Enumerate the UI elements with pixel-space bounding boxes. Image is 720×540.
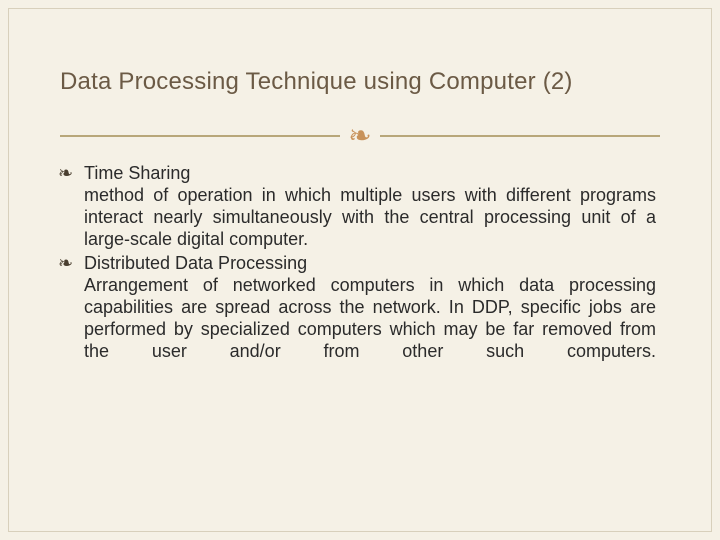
slide-title: Data Processing Technique using Computer… [60,68,660,96]
title-divider: ❧ [60,124,660,148]
bullet-flourish-icon: ❧ [58,252,73,274]
bullet-body: method of operation in which multiple us… [84,184,656,250]
divider-line-left [60,135,340,137]
flourish-icon: ❧ [340,122,379,150]
list-item: ❧ Time Sharing method of operation in wh… [84,162,656,250]
bullet-heading: Distributed Data Processing [84,252,656,274]
slide: Data Processing Technique using Computer… [0,0,720,540]
bullet-body: Arrangement of networked computers in wh… [84,274,656,362]
bullet-flourish-icon: ❧ [58,162,73,184]
bullet-list: ❧ Time Sharing method of operation in wh… [60,162,660,362]
divider-line-right [380,135,660,137]
list-item: ❧ Distributed Data Processing Arrangemen… [84,252,656,362]
bullet-heading: Time Sharing [84,162,656,184]
slide-content: Data Processing Technique using Computer… [0,0,720,364]
